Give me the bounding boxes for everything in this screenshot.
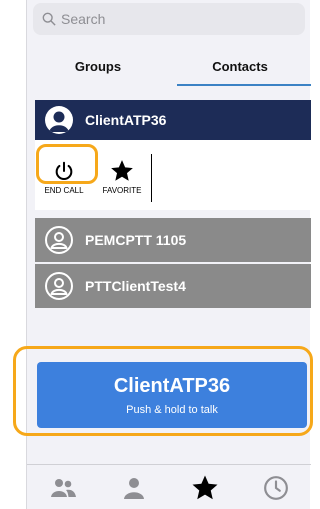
ptt-hint: Push & hold to talk [126, 403, 218, 416]
end-call-highlight [36, 144, 98, 184]
nav-groups[interactable] [43, 468, 83, 508]
contact-row-selected[interactable]: ClientATP36 [35, 100, 311, 140]
star-icon [111, 159, 133, 181]
nav-recents[interactable] [256, 468, 296, 508]
avatar [45, 272, 73, 300]
ptt-contact-name: ClientATP36 [113, 374, 231, 397]
favorite-label: FAVORITE [102, 185, 142, 195]
person-outline-icon [50, 232, 68, 249]
clock-icon [263, 475, 288, 500]
search-input[interactable]: Search [33, 3, 305, 35]
avatar [45, 106, 73, 134]
tab-groups[interactable]: Groups [27, 44, 169, 88]
tab-bar: Groups Contacts [27, 44, 311, 88]
search-icon [42, 12, 56, 26]
person-icon [123, 477, 144, 499]
action-divider [151, 154, 152, 202]
person-icon [49, 111, 69, 132]
app-screen: Search Groups Contacts ClientATP36 END C… [13, 0, 313, 509]
push-to-talk-button[interactable]: ClientATP36 Push & hold to talk [37, 362, 307, 428]
favorite-button[interactable]: FAVORITE [93, 140, 151, 210]
avatar [45, 226, 73, 254]
nav-favorites[interactable] [185, 468, 225, 508]
contact-row[interactable]: PEMCPTT 1105 [35, 218, 311, 262]
bottom-divider [27, 464, 311, 465]
group-icon [50, 478, 76, 497]
contact-name: PEMCPTT 1105 [85, 232, 187, 248]
person-outline-icon [50, 278, 68, 295]
contact-name: ClientATP36 [85, 112, 167, 128]
search-placeholder: Search [61, 11, 106, 27]
contact-name: PTTClientTest4 [85, 278, 186, 294]
star-icon [192, 475, 217, 499]
bottom-nav [27, 466, 311, 509]
contact-row[interactable]: PTTClientTest4 [35, 264, 311, 308]
nav-contacts[interactable] [114, 468, 154, 508]
tab-contacts[interactable]: Contacts [169, 44, 311, 88]
end-call-label: END CALL [44, 185, 84, 195]
